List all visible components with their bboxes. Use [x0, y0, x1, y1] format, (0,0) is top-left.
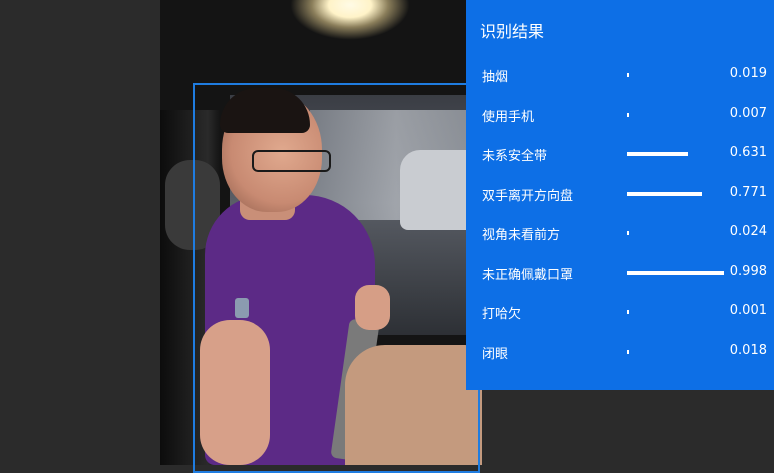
- score-bar: [627, 73, 629, 77]
- result-row-phone: 使用手机 0.007: [466, 96, 774, 136]
- score-track: [627, 73, 724, 77]
- result-row-hands-off-wheel: 双手离开方向盘 0.771: [466, 175, 774, 215]
- result-value: 0.631: [729, 145, 767, 160]
- score-bar: [627, 112, 629, 117]
- score-track: [627, 191, 724, 196]
- detection-bounding-box: [193, 83, 480, 473]
- score-track: [627, 349, 724, 354]
- score-bar: [627, 349, 629, 354]
- result-label: 使用手机: [482, 109, 535, 125]
- result-row-not-looking-ahead: 视角未看前方 0.024: [466, 214, 774, 254]
- panel-title: 识别结果: [480, 22, 545, 41]
- score-track: [627, 112, 724, 117]
- result-value: 0.024: [729, 224, 767, 239]
- result-value: 0.771: [729, 184, 767, 200]
- result-value: 0.018: [729, 342, 767, 358]
- result-label: 闭眼: [482, 346, 509, 362]
- result-row-smoking: 抽烟 0.019: [466, 56, 774, 96]
- result-value: 0.007: [729, 105, 767, 121]
- score-track: [627, 152, 724, 156]
- result-panel: 识别结果 抽烟 0.019 使用手机 0.007 未系安全带 0.631 双手离…: [466, 0, 774, 390]
- result-value: 0.019: [729, 66, 767, 81]
- result-label: 未正确佩戴口罩: [482, 267, 574, 283]
- result-row-eyes-closed: 闭眼 0.018: [466, 333, 774, 373]
- score-track: [627, 310, 724, 314]
- result-value: 0.001: [729, 303, 767, 318]
- result-row-yawning: 打哈欠 0.001: [466, 293, 774, 333]
- score-bar: [627, 191, 702, 196]
- result-label: 双手离开方向盘: [482, 188, 574, 204]
- result-label: 打哈欠: [482, 307, 522, 322]
- result-label: 抽烟: [482, 70, 509, 85]
- ceiling-light: [290, 0, 410, 40]
- score-track: [627, 270, 724, 275]
- result-label: 视角未看前方: [482, 228, 561, 243]
- result-row-mask: 未正确佩戴口罩 0.998: [466, 254, 774, 294]
- score-bar: [627, 231, 630, 235]
- result-label: 未系安全带: [482, 149, 548, 164]
- result-list: 抽烟 0.019 使用手机 0.007 未系安全带 0.631 双手离开方向盘 …: [466, 56, 774, 372]
- score-bar: [627, 270, 724, 275]
- result-value: 0.998: [729, 263, 767, 279]
- score-track: [627, 231, 724, 235]
- score-bar: [627, 310, 629, 314]
- score-bar: [627, 152, 689, 156]
- result-row-seatbelt: 未系安全带 0.631: [466, 135, 774, 175]
